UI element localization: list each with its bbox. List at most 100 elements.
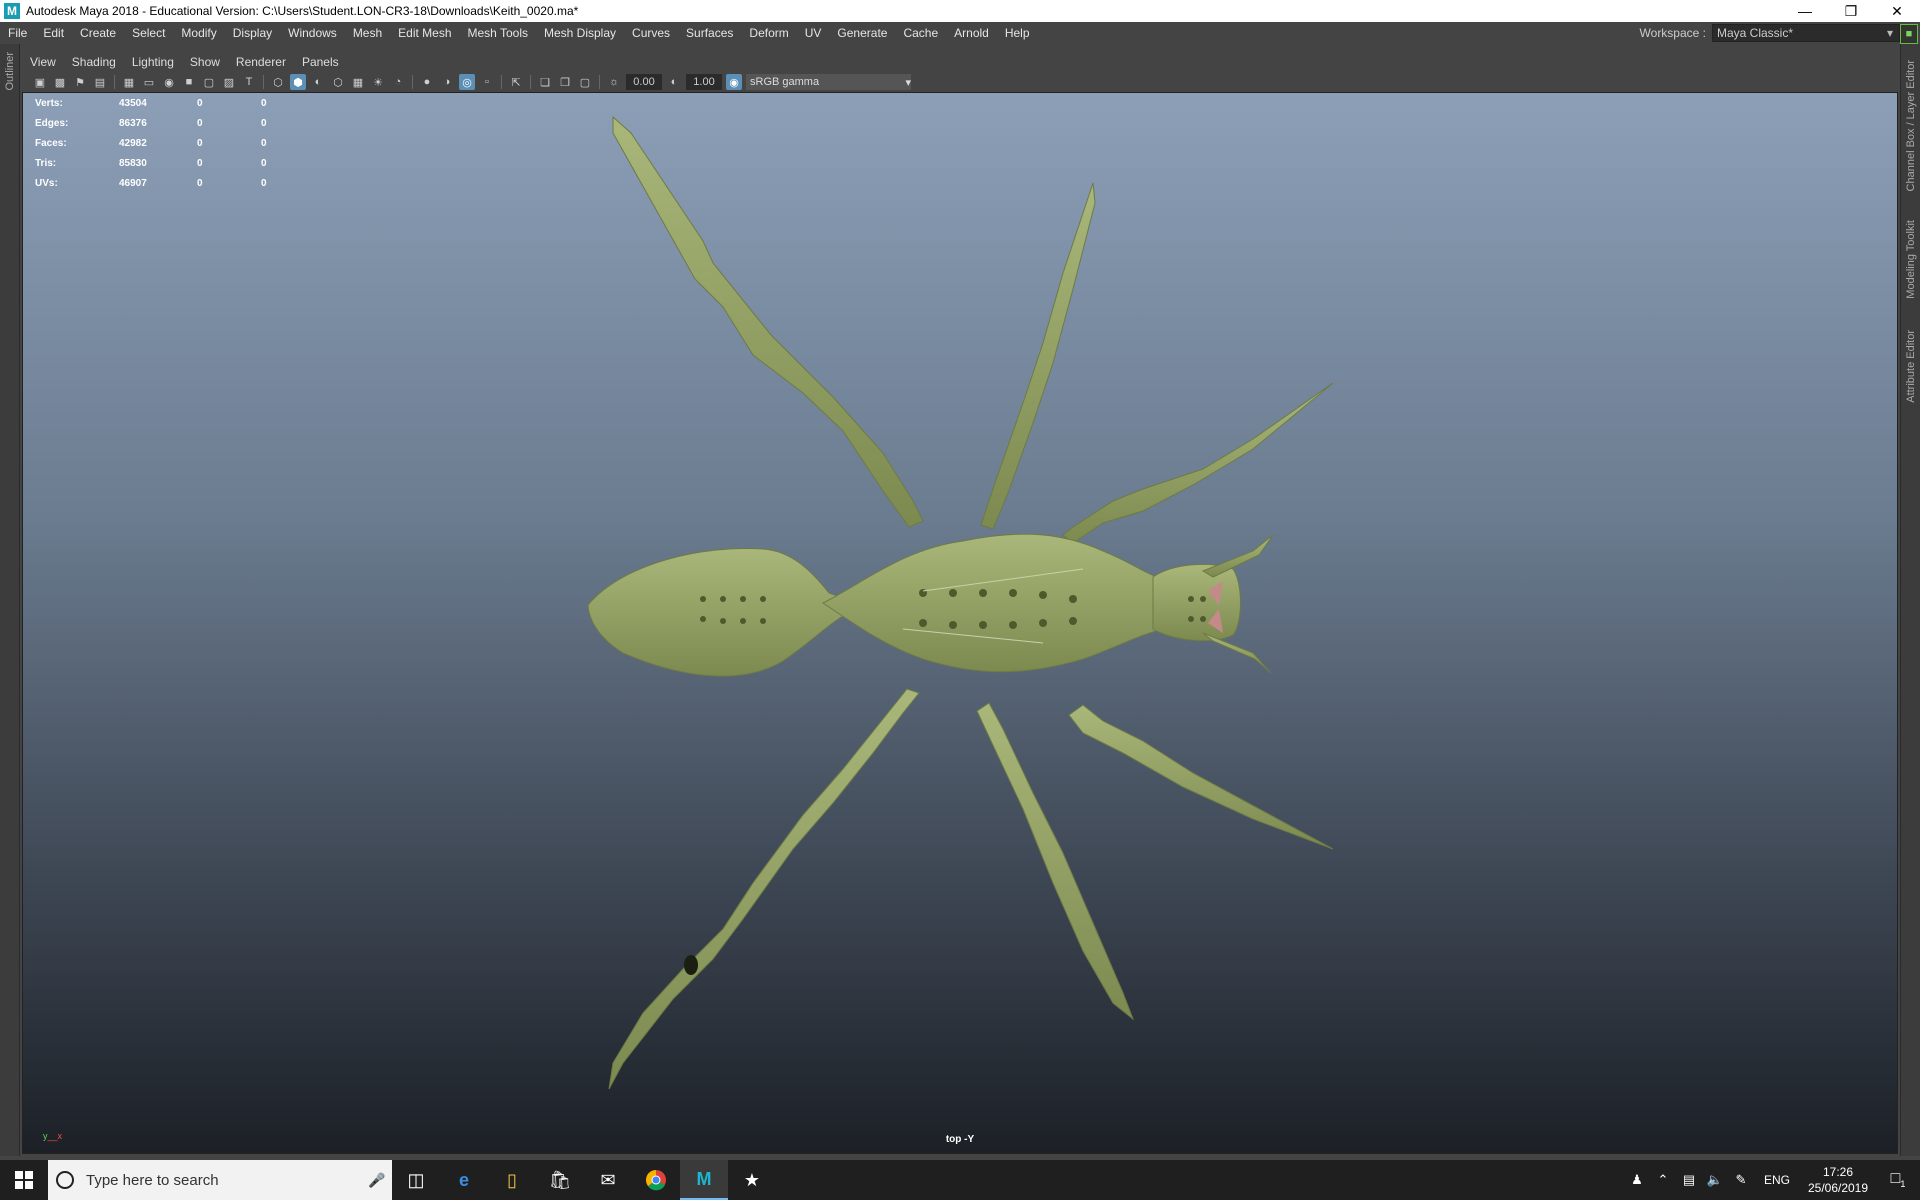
depth-of-field-icon[interactable]: ▫ <box>479 74 495 90</box>
hud-value: 0 <box>261 97 267 109</box>
maya-taskbar-icon[interactable]: M <box>680 1160 728 1200</box>
camera-select-icon[interactable]: ▣ <box>32 74 48 90</box>
panel-menu-lighting[interactable]: Lighting <box>124 55 182 69</box>
language-indicator[interactable]: ENG <box>1764 1173 1790 1187</box>
tab-modeling-toolkit[interactable]: Modeling Toolkit <box>1905 220 1917 299</box>
clock[interactable]: 17:26 25/06/2019 <box>1800 1164 1876 1196</box>
image-plane-icon[interactable]: ▤ <box>92 74 108 90</box>
wireframe-icon[interactable]: ⬡ <box>270 74 286 90</box>
left-tab-strip: Outliner <box>0 44 20 1156</box>
menu-edit[interactable]: Edit <box>35 22 72 44</box>
menu-cache[interactable]: Cache <box>895 22 946 44</box>
menu-windows[interactable]: Windows <box>280 22 345 44</box>
grid-icon[interactable]: ▦ <box>121 74 137 90</box>
maya-app: M Autodesk Maya 2018 - Educational Versi… <box>0 0 1920 1200</box>
menu-curves[interactable]: Curves <box>624 22 678 44</box>
insect-mesh[interactable] <box>23 93 1898 1154</box>
menu-generate[interactable]: Generate <box>829 22 895 44</box>
gamma-icon[interactable]: ◐ <box>666 74 682 90</box>
volume-icon[interactable]: 🔈 <box>1702 1172 1728 1188</box>
resolution-gate-icon[interactable]: ◉ <box>161 74 177 90</box>
pen-icon[interactable]: ✎ <box>1728 1172 1754 1188</box>
hud-label: Faces: <box>35 137 67 149</box>
menu-uv[interactable]: UV <box>797 22 830 44</box>
panel-menu-show[interactable]: Show <box>182 55 228 69</box>
isolate-select-icon[interactable]: ⇱ <box>508 74 524 90</box>
view-transform-dropdown[interactable]: sRGB gamma ▾ <box>746 74 911 90</box>
multisample-icon[interactable]: ◎ <box>459 74 475 90</box>
tab-channel-box[interactable]: Channel Box / Layer Editor <box>1905 60 1917 191</box>
panel-menu-renderer[interactable]: Renderer <box>228 55 294 69</box>
color-management-icon[interactable]: ◉ <box>726 74 742 90</box>
safe-title-icon[interactable]: T <box>241 74 257 90</box>
close-button[interactable]: ✕ <box>1874 0 1920 22</box>
maya-icon: M <box>4 3 20 19</box>
store-icon[interactable]: 🛍 <box>536 1160 584 1200</box>
tab-outliner[interactable]: Outliner <box>4 52 16 91</box>
menu-mesh[interactable]: Mesh <box>345 22 390 44</box>
cortana-icon <box>56 1171 74 1189</box>
exposure-icon[interactable]: ☼ <box>606 74 622 90</box>
hud-value: 43504 <box>119 97 147 109</box>
restore-button[interactable]: ❐ <box>1828 0 1874 22</box>
use-all-lights-icon[interactable]: ☀ <box>370 74 386 90</box>
lock-icon[interactable]: ■ <box>1900 24 1918 44</box>
people-icon[interactable]: ♟ <box>1624 1172 1650 1188</box>
hud-label: Verts: <box>35 97 63 109</box>
menu-create[interactable]: Create <box>72 22 124 44</box>
bookmark-icon[interactable]: ⚑ <box>72 74 88 90</box>
task-view-icon[interactable]: ◫ <box>392 1160 440 1200</box>
menu-display[interactable]: Display <box>225 22 280 44</box>
workspace-dropdown[interactable]: Maya Classic* ▾ <box>1712 24 1900 42</box>
chevron-up-icon[interactable]: ⌃ <box>1650 1172 1676 1188</box>
default-material-icon[interactable]: ◐ <box>310 74 326 90</box>
chrome-icon[interactable] <box>632 1160 680 1200</box>
film-gate-icon[interactable]: ▭ <box>141 74 157 90</box>
menu-edit-mesh[interactable]: Edit Mesh <box>390 22 459 44</box>
panel-menu-view[interactable]: View <box>22 55 64 69</box>
exposure-field[interactable]: 0.00 <box>626 74 662 90</box>
minimize-button[interactable]: — <box>1782 0 1828 22</box>
safe-action-icon[interactable]: ▨ <box>221 74 237 90</box>
menu-help[interactable]: Help <box>997 22 1038 44</box>
menu-file[interactable]: File <box>0 22 35 44</box>
field-chart-icon[interactable]: ▢ <box>201 74 217 90</box>
motion-blur-icon[interactable]: ◑ <box>439 74 455 90</box>
menu-select[interactable]: Select <box>124 22 173 44</box>
menu-deform[interactable]: Deform <box>741 22 796 44</box>
menu-mesh-display[interactable]: Mesh Display <box>536 22 624 44</box>
ambient-occlusion-icon[interactable]: ● <box>419 74 435 90</box>
clock-time: 17:26 <box>1822 1165 1854 1179</box>
edge-browser-icon[interactable]: e <box>440 1160 488 1200</box>
taskbar-search[interactable]: Type here to search 🎤 <box>48 1160 392 1200</box>
menu-surfaces[interactable]: Surfaces <box>678 22 741 44</box>
panel-menu-shading[interactable]: Shading <box>64 55 124 69</box>
system-tray: ♟ ⌃ ▤ 🔈 ✎ ENG 17:26 25/06/2019 □1 <box>1624 1160 1920 1200</box>
microphone-icon[interactable]: 🎤 <box>362 1172 392 1189</box>
tab-attribute-editor[interactable]: Attribute Editor <box>1905 330 1917 403</box>
hud-value: 0 <box>261 117 267 129</box>
smooth-shade-icon[interactable]: ⬢ <box>290 74 306 90</box>
zbrush-taskbar-icon[interactable]: ★ <box>728 1160 776 1200</box>
shadows-icon[interactable]: ◔ <box>390 74 406 90</box>
start-button[interactable] <box>0 1160 48 1200</box>
textured-icon[interactable]: ▦ <box>350 74 366 90</box>
action-center-icon[interactable]: □1 <box>1876 1170 1920 1189</box>
menu-modify[interactable]: Modify <box>173 22 224 44</box>
panel-menu-panels[interactable]: Panels <box>294 55 347 69</box>
xray-active-icon[interactable]: ❐ <box>557 74 573 90</box>
menu-mesh-tools[interactable]: Mesh Tools <box>460 22 536 44</box>
xray-icon[interactable]: ❏ <box>537 74 553 90</box>
gate-mask-icon[interactable]: ■ <box>181 74 197 90</box>
gamma-field[interactable]: 1.00 <box>686 74 722 90</box>
wireframe-on-shaded-icon[interactable]: ⬡ <box>330 74 346 90</box>
mail-icon[interactable]: ✉ <box>584 1160 632 1200</box>
hud-faces: Faces: 42982 0 0 <box>35 133 281 153</box>
menu-arnold[interactable]: Arnold <box>946 22 997 44</box>
camera-attributes-icon[interactable]: ▩ <box>52 74 68 90</box>
xray-joints-icon[interactable]: ▢ <box>577 74 593 90</box>
viewport-panel[interactable]: Verts: 43504 0 0 Edges: 86376 0 0 Faces:… <box>22 92 1898 1154</box>
notification-count: 1 <box>1900 1179 1906 1190</box>
file-explorer-icon[interactable]: ▯ <box>488 1160 536 1200</box>
network-icon[interactable]: ▤ <box>1676 1172 1702 1188</box>
